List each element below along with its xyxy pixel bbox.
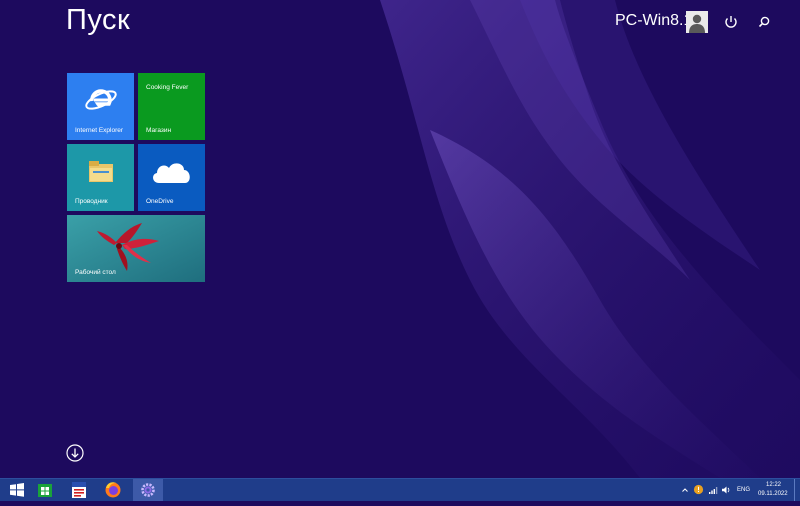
tile-label: OneDrive	[146, 198, 174, 205]
settings-gear-icon	[141, 483, 155, 497]
clock-time[interactable]: 12:22	[766, 482, 781, 488]
page-title: Пуск	[66, 4, 131, 36]
taskbar-firefox[interactable]	[98, 479, 128, 501]
tile-store[interactable]: Cooking Fever Магазин	[138, 73, 205, 140]
language-indicator[interactable]: ENG	[737, 487, 750, 493]
document-app-icon	[72, 482, 86, 498]
arrow-down-circle-icon[interactable]	[66, 444, 84, 462]
start-button[interactable]	[2, 479, 32, 501]
cloud-icon	[153, 163, 190, 183]
power-icon[interactable]	[721, 12, 741, 32]
tile-label: Рабочий стол	[75, 269, 116, 276]
taskbar-document-app[interactable]	[64, 479, 94, 501]
tile-internet-explorer[interactable]: Internet Explorer	[67, 73, 134, 140]
tile-label: Магазин	[146, 127, 172, 134]
user-avatar-icon[interactable]	[686, 11, 708, 33]
search-icon[interactable]	[754, 12, 774, 32]
tile-desktop[interactable]: Рабочий стол	[67, 215, 205, 282]
show-desktop-button[interactable]	[794, 479, 800, 501]
warning-icon[interactable]	[693, 484, 704, 495]
store-icon	[38, 484, 52, 497]
windows-logo-icon	[10, 483, 24, 497]
tile-file-explorer[interactable]: Проводник	[67, 144, 134, 211]
chevron-up-icon[interactable]	[681, 486, 689, 494]
firefox-icon	[105, 482, 121, 498]
taskbar-store[interactable]	[30, 479, 60, 501]
internet-explorer-icon	[85, 89, 117, 110]
user-name[interactable]: PC-Win8.1	[615, 12, 692, 30]
folder-icon	[89, 161, 113, 182]
tile-top-label: Cooking Fever	[146, 84, 189, 91]
volume-icon[interactable]	[721, 485, 731, 495]
taskbar-settings[interactable]	[133, 479, 163, 501]
clock-date[interactable]: 09.11.2022	[758, 491, 788, 497]
network-icon[interactable]	[708, 485, 718, 495]
tile-onedrive[interactable]: OneDrive	[138, 144, 205, 211]
taskbar: ENG 12:22 09.11.2022	[0, 478, 800, 501]
tile-label: Проводник	[75, 198, 108, 205]
tile-label: Internet Explorer	[75, 127, 124, 134]
